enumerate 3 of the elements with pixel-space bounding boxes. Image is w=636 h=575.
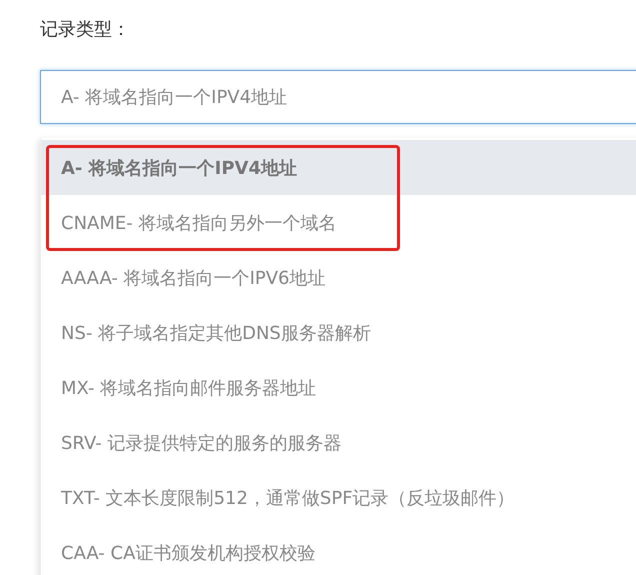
field-label: 记录类型： [40, 18, 131, 42]
dropdown-option[interactable]: A- 将域名指向一个IPV4地址 [41, 140, 636, 195]
record-type-select[interactable]: A- 将域名指向一个IPV4地址 [40, 70, 636, 124]
